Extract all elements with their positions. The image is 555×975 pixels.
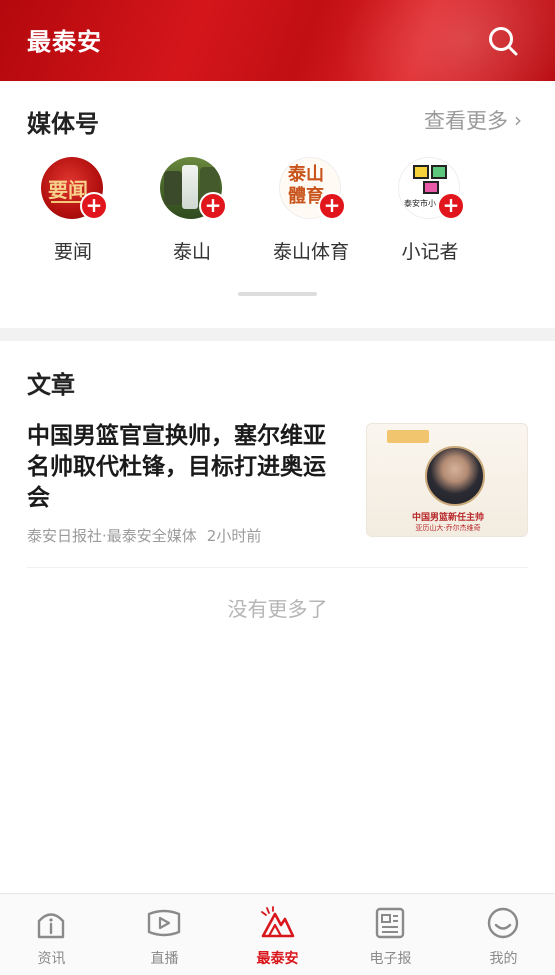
mountain-logo-icon xyxy=(261,906,295,938)
article-meta: 泰安日报社·最泰安全媒体 2小时前 xyxy=(27,525,261,546)
waterfall-image xyxy=(182,165,198,209)
end-of-list-text: 没有更多了 xyxy=(227,597,328,621)
article-source: 泰安日报社·最泰安全媒体 xyxy=(27,527,197,545)
thumbnail-tag xyxy=(387,430,429,443)
tab-label: 资讯 xyxy=(37,951,66,967)
cartoon-block-yellow xyxy=(413,165,429,179)
media-account-item[interactable]: 泰山體育 + 泰山体育 xyxy=(256,157,366,267)
section-title-media: 媒体号 xyxy=(27,110,99,138)
tab-label: 电子报 xyxy=(369,951,412,967)
page-title: 最泰安 xyxy=(27,28,102,56)
section-title-articles: 文章 xyxy=(27,371,75,399)
tab-epaper[interactable]: 电子报 xyxy=(335,894,446,975)
thumbnail-caption: 中国男篮新任主帅 xyxy=(411,513,484,523)
tab-news[interactable]: 资讯 xyxy=(0,894,107,975)
media-account-item[interactable]: 泰安市小 + 小记者 xyxy=(375,157,485,267)
tab-live[interactable]: 直播 xyxy=(109,894,220,975)
media-account-name: 泰山体育 xyxy=(272,241,349,263)
coach-portrait xyxy=(425,446,485,506)
section-divider xyxy=(0,328,555,341)
media-account-list: 要闻 + 要闻 + 泰山 泰山體育 + 泰山体育 泰安市小 + 小记者 xyxy=(0,157,555,277)
tab-zuitaian[interactable]: 最泰安 xyxy=(222,894,333,975)
media-account-name: 小记者 xyxy=(401,241,459,263)
media-account-name: 泰山 xyxy=(172,241,211,263)
articles-section: 文章 中国男篮官宣换帅，塞尔维亚名帅取代杜锋，目标打进奥运会 泰安日报社·最泰安… xyxy=(0,341,555,893)
list-divider xyxy=(27,567,528,568)
rock-shape xyxy=(164,171,182,205)
top-app-bar: 最泰安 xyxy=(0,0,555,81)
avatar-text: 泰安市小 xyxy=(404,199,436,208)
cartoon-block-green xyxy=(431,165,447,179)
tab-label: 我的 xyxy=(489,951,518,967)
media-accounts-section: 媒体号 查看更多 › 要闻 + 要闻 + 泰山 泰山體育 + 泰山体育 泰安市小… xyxy=(0,81,555,328)
article-time: 2小时前 xyxy=(206,527,262,545)
horizontal-scroll-indicator xyxy=(238,292,317,296)
media-account-name: 要闻 xyxy=(53,241,92,263)
article-headline: 中国男篮官宣换帅，塞尔维亚名帅取代杜锋，目标打进奥运会 xyxy=(27,423,326,511)
tab-profile[interactable]: 我的 xyxy=(448,894,555,975)
view-more-link[interactable]: 查看更多 › xyxy=(424,105,522,135)
follow-plus-icon[interactable]: + xyxy=(437,192,465,220)
follow-plus-icon[interactable]: + xyxy=(80,192,108,220)
search-icon[interactable] xyxy=(486,24,520,58)
follow-plus-icon[interactable]: + xyxy=(318,192,346,220)
chevron-right-icon: › xyxy=(514,108,522,132)
media-account-item[interactable]: + 泰山 xyxy=(137,157,247,267)
smiley-profile-icon xyxy=(487,907,519,939)
thumbnail-subcaption: 亚历山大·乔尔杰维奇 xyxy=(415,524,481,532)
follow-plus-icon[interactable]: + xyxy=(199,192,227,220)
cartoon-block-pink xyxy=(423,181,439,194)
tab-label: 直播 xyxy=(150,951,179,967)
home-icon xyxy=(37,913,65,939)
bottom-tab-bar: 资讯 直播 最泰安 电子报 我的 xyxy=(0,893,555,975)
article-card[interactable]: 中国男篮官宣换帅，塞尔维亚名帅取代杜锋，目标打进奥运会 泰安日报社·最泰安全媒体… xyxy=(27,421,528,567)
view-more-label: 查看更多 xyxy=(424,109,508,133)
article-thumbnail: 中国男篮新任主帅 亚历山大·乔尔杰维奇 xyxy=(366,423,528,537)
live-play-icon xyxy=(147,909,181,937)
media-account-item[interactable]: 要闻 + 要闻 xyxy=(18,157,128,267)
tab-label: 最泰安 xyxy=(256,951,299,967)
newspaper-icon xyxy=(375,907,405,939)
